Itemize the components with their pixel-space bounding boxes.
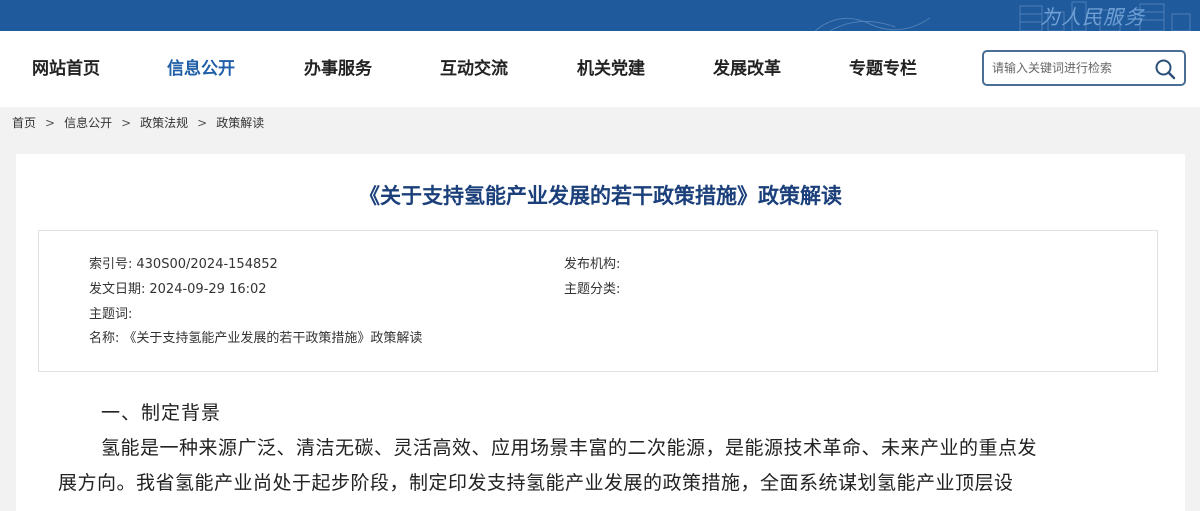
paragraph-line: 展方向。我省氢能产业尚处于起步阶段，制定印发支持氢能产业发展的政策措施，全面系统… xyxy=(58,472,1014,494)
meta-date-value: 2024-09-29 16:02 xyxy=(149,282,267,297)
nav-item-development-reform[interactable]: 发展改革 xyxy=(713,58,781,80)
article-panel: 《关于支持氢能产业发展的若干政策措施》政策解读 索引号: 430S00/2024-… xyxy=(16,154,1185,511)
search-box xyxy=(982,50,1186,86)
article-title: 《关于支持氢能产业发展的若干政策措施》政策解读 xyxy=(359,184,842,208)
meta-index-value: 430S00/2024-154852 xyxy=(136,257,278,272)
nav-item-special-topics[interactable]: 专题专栏 xyxy=(849,58,917,80)
breadcrumb-separator: > xyxy=(121,116,132,130)
nav-item-home[interactable]: 网站首页 xyxy=(32,58,100,80)
meta-keywords-label: 主题词: xyxy=(89,307,133,322)
meta-keywords: 主题词: xyxy=(89,306,136,324)
meta-index: 索引号: 430S00/2024-154852 xyxy=(89,256,278,274)
nav-item-party-building[interactable]: 机关党建 xyxy=(577,58,645,80)
nav-item-interaction[interactable]: 互动交流 xyxy=(440,58,508,80)
meta-name-label: 名称: xyxy=(89,331,120,346)
section-heading: 一、制定背景 xyxy=(101,402,222,424)
meta-index-label: 索引号: xyxy=(89,257,133,272)
site-emblem-calligraphy: 为人民服务 xyxy=(1040,5,1145,29)
meta-date-label: 发文日期: xyxy=(89,282,146,297)
meta-name-value: 《关于支持氢能产业发展的若干政策措施》政策解读 xyxy=(123,331,423,346)
top-banner: 为人民服务 xyxy=(0,0,1200,31)
breadcrumb-policies[interactable]: 政策法规 xyxy=(140,116,188,130)
paragraph-line: 氢能是一种来源广泛、清洁无碳、灵活高效、应用场景丰富的二次能源，是能源技术革命、… xyxy=(101,437,1038,459)
nav-item-info-disclosure[interactable]: 信息公开 xyxy=(167,58,235,80)
breadcrumb-home[interactable]: 首页 xyxy=(12,116,36,130)
breadcrumb-policy-interpretation[interactable]: 政策解读 xyxy=(216,116,264,130)
breadcrumb-separator: > xyxy=(197,116,208,130)
search-icon[interactable] xyxy=(1154,58,1176,80)
meta-category-label: 主题分类: xyxy=(564,282,621,297)
breadcrumb-separator: > xyxy=(45,116,56,130)
meta-date: 发文日期: 2024-09-29 16:02 xyxy=(89,281,267,299)
search-input[interactable] xyxy=(992,58,1147,78)
nav-item-services[interactable]: 办事服务 xyxy=(304,58,372,80)
breadcrumb: 首页 > 信息公开 > 政策法规 > 政策解读 xyxy=(12,114,264,132)
meta-category: 主题分类: xyxy=(564,281,624,299)
meta-name: 名称: 《关于支持氢能产业发展的若干政策措施》政策解读 xyxy=(89,330,422,348)
meta-publisher: 发布机构: xyxy=(564,256,624,274)
breadcrumb-info-disclosure[interactable]: 信息公开 xyxy=(64,116,112,130)
meta-publisher-label: 发布机构: xyxy=(564,257,621,272)
article-meta-box: 索引号: 430S00/2024-154852 发布机构: 发文日期: 2024-0… xyxy=(38,230,1158,372)
